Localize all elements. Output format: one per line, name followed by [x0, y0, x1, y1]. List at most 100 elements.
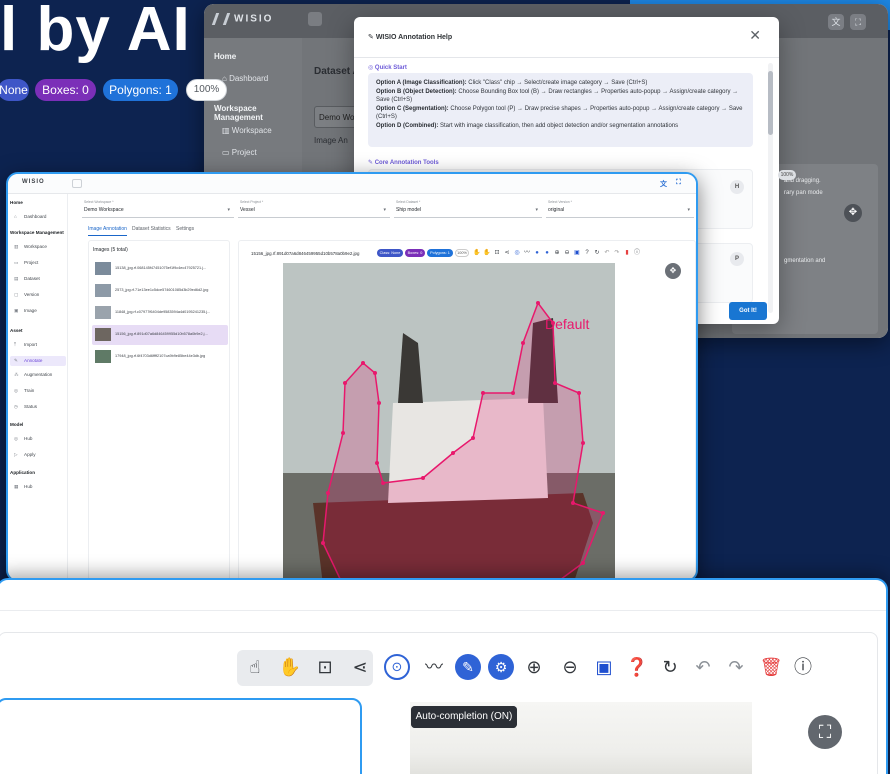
divider [0, 610, 886, 611]
sidebar-item[interactable]: ✎ Annotate [10, 356, 66, 366]
sidebar-item-project[interactable]: ▭ Project [222, 148, 257, 157]
info-icon[interactable]: ⓘ [633, 249, 641, 257]
reset-icon[interactable]: ↻ [657, 654, 683, 680]
hero-title: l by AI [0, 0, 191, 64]
zoom-in-icon[interactable]: ⊕ [553, 249, 561, 257]
sidebar-item[interactable]: ◎ Train [14, 388, 34, 394]
settings-icon[interactable]: ● [543, 249, 551, 257]
save-icon[interactable]: ▣ [573, 249, 581, 257]
zoom-in-icon[interactable]: ⊕ [521, 654, 547, 680]
translate-icon[interactable]: 文 [828, 14, 844, 30]
tab-image-annotation[interactable]: Image Annotation [88, 226, 127, 236]
help-icon[interactable]: ? [583, 249, 591, 257]
dataset-select[interactable]: Select Dataset * Ship model ▾ [394, 200, 542, 218]
sidebar-item[interactable]: ▢ Version [14, 292, 39, 298]
sidebar-heading: Application [10, 470, 35, 475]
zoom-out-icon[interactable]: ⊖ [563, 249, 571, 257]
image-list-panel [0, 698, 362, 774]
workspace-select[interactable]: Select Workspace * Demo Workspace ▾ [82, 200, 234, 218]
help-icon[interactable]: ❓ [624, 654, 650, 680]
list-item-selected[interactable]: 15156_jpg.rf.891d07a6d846459955d10b578a0… [92, 325, 228, 345]
tab-dataset-statistics[interactable]: Dataset Statistics [132, 226, 171, 232]
target-icon: ◎ [368, 65, 375, 71]
pointer-icon[interactable]: ✋ [473, 249, 481, 257]
bounding-box-icon[interactable]: ⊡ [312, 654, 338, 680]
fit-view-icon[interactable]: ✥ [665, 263, 681, 279]
sidebar-item-dashboard[interactable]: ⌂ Dashboard [222, 74, 268, 83]
reset-icon[interactable]: ↻ [593, 249, 601, 257]
image-list-title: Images (5 total) [93, 247, 128, 253]
class-chip[interactable]: Class: None [377, 249, 403, 257]
polygons-chip[interactable]: Polygons: 1 [427, 249, 453, 257]
zoom-chip: 100% [778, 170, 796, 180]
app-logo: WISIO [211, 13, 273, 25]
tab-image-annotation[interactable]: Image An [314, 136, 348, 145]
sidebar-item[interactable]: ⌂ Dashboard [14, 214, 46, 219]
sidebar-item[interactable]: ⁂ Augmentation [14, 372, 52, 378]
info-icon[interactable]: ⓘ [790, 654, 816, 680]
sidebar-item[interactable]: ▣ Image [14, 308, 37, 314]
polygons-chip[interactable]: Polygons: 1 [103, 79, 178, 101]
sidebar-item[interactable]: ◷ Status [14, 404, 37, 410]
delete-icon[interactable]: ▮ [623, 249, 631, 257]
auto-completion-icon[interactable]: ✎ [455, 654, 481, 680]
image-thumbnail [95, 306, 111, 319]
dialog-scrollbar-thumb[interactable] [768, 71, 773, 135]
menu-icon[interactable] [308, 12, 322, 26]
polygon-icon[interactable]: ⋖ [347, 654, 373, 680]
sidebar-item-label: Annotate [24, 358, 43, 363]
fullscreen-icon[interactable]: ⛶ [850, 14, 866, 30]
line-icon[interactable]: 〰 [523, 249, 531, 257]
fit-view-icon[interactable]: ✥ [844, 204, 862, 222]
undo-icon[interactable]: ↶ [603, 249, 611, 257]
fit-view-icon[interactable]: ⛶ [808, 715, 842, 749]
sidebar-item[interactable]: ▥ Workspace [14, 244, 47, 250]
image-thumbnail [95, 262, 111, 275]
sidebar-item[interactable]: ▤ Dataset [14, 276, 40, 282]
settings-icon[interactable]: ⚙ [488, 654, 514, 680]
sidebar-item-icon: ⤒ [14, 342, 17, 347]
got-it-button[interactable]: Got It! [729, 302, 767, 320]
polygon-icon[interactable]: ⋖ [503, 249, 511, 257]
pan-hand-icon[interactable]: ✋ [483, 249, 491, 257]
segment-target-icon[interactable]: ⊙ [384, 654, 410, 680]
sidebar-item[interactable]: ◎ Hub [14, 436, 32, 442]
list-item[interactable]: 2573_jpg.rf.71e13ee1c5dce574601085d3b29e… [92, 281, 228, 301]
tooltip: Auto-completion (ON) [411, 706, 517, 728]
sidebar-item[interactable]: ⤒ Import [14, 342, 37, 347]
close-icon[interactable]: ✕ [749, 27, 761, 44]
tab-settings[interactable]: Settings [176, 226, 194, 232]
sidebar-item[interactable]: ▦ Hub [14, 484, 32, 490]
undo-icon[interactable]: ↶ [690, 654, 716, 680]
save-icon[interactable]: ▣ [591, 654, 617, 680]
delete-icon[interactable]: 🗑 [758, 654, 784, 680]
sidebar-item-icon: ⁂ [14, 372, 19, 377]
auto-completion-icon[interactable]: ● [533, 249, 541, 257]
class-chip[interactable]: None [0, 79, 29, 101]
pan-hand-icon[interactable]: ✋ [277, 654, 303, 680]
project-select[interactable]: Select Project * Vessel ▾ [238, 200, 390, 218]
boxes-chip[interactable]: Boxes: 0 [35, 79, 96, 101]
list-item[interactable]: 17948_jpg.rf.6f4703d6ffff2107ca9b9e85be4… [92, 347, 228, 367]
redo-icon[interactable]: ↷ [723, 654, 749, 680]
line-icon[interactable]: 〰 [421, 654, 447, 680]
version-select[interactable]: Select Version * original ▾ [546, 200, 694, 218]
list-item[interactable]: 11848_jpg.rf.c07977f6404de9583594a4d0195… [92, 303, 228, 323]
sidebar-heading: Workspace Management [10, 230, 64, 235]
translate-icon[interactable]: 文 [660, 179, 667, 189]
annotation-image[interactable]: Default [283, 263, 615, 580]
bounding-box-icon[interactable]: ⊡ [493, 249, 501, 257]
list-item[interactable]: 15138_jpg.rf.068145f47451075ef1f9c4ec479… [92, 259, 228, 279]
sidebar-item[interactable]: ▷ Apply [14, 452, 36, 458]
sidebar-item-icon: ▤ [14, 276, 19, 281]
pointer-icon[interactable]: ☝ [242, 654, 268, 680]
sidebar-item[interactable]: ▭ Project [14, 260, 38, 266]
menu-icon[interactable] [72, 179, 82, 188]
segment-target-icon[interactable]: ◎ [513, 249, 521, 257]
sidebar-item-label: Import [24, 342, 38, 347]
zoom-out-icon[interactable]: ⊖ [557, 654, 583, 680]
boxes-chip[interactable]: Boxes: 0 [405, 249, 425, 257]
redo-icon[interactable]: ↷ [613, 249, 621, 257]
sidebar-item-workspace[interactable]: ▥ Workspace [222, 126, 272, 135]
fullscreen-icon[interactable]: ⛶ [676, 179, 681, 187]
